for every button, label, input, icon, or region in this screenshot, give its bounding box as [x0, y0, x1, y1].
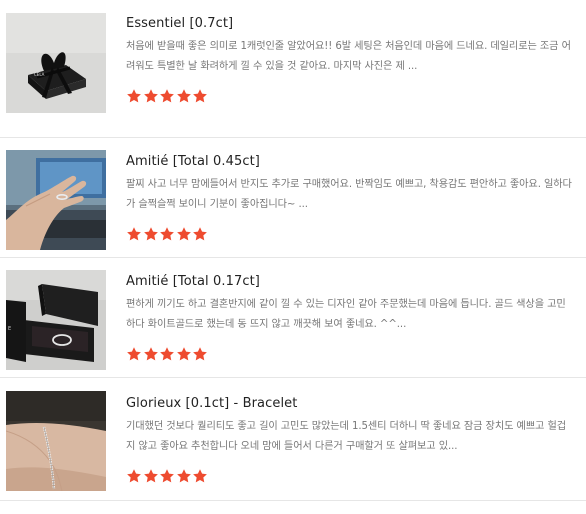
gift-box-with-ribbon-photo: CELA — [6, 13, 106, 113]
review-thumbnail[interactable] — [6, 150, 106, 250]
review-title[interactable]: Amitié [Total 0.17ct] — [126, 273, 574, 291]
ring-in-box-photo: E — [6, 270, 106, 370]
star-icon — [126, 88, 143, 104]
star-icon — [176, 346, 193, 362]
review-title[interactable]: Glorieux [0.1ct] - Bracelet — [126, 395, 574, 413]
star-icon — [143, 88, 160, 104]
review-title[interactable]: Amitié [Total 0.45ct] — [126, 153, 574, 171]
review-thumbnail[interactable] — [6, 391, 106, 491]
hand-wearing-ring-photo — [6, 150, 106, 250]
star-icon — [143, 468, 160, 484]
star-icon — [192, 226, 209, 242]
star-icon — [176, 88, 193, 104]
review-thumbnail[interactable]: E — [6, 270, 106, 370]
star-rating — [126, 346, 574, 362]
review-text: 편하게 끼기도 하고 결혼반지에 같이 낄 수 있는 디자인 같아 주문했는데 … — [126, 299, 566, 330]
star-icon — [192, 468, 209, 484]
star-icon — [176, 468, 193, 484]
star-rating — [126, 468, 574, 484]
star-icon — [143, 226, 160, 242]
star-icon — [192, 88, 209, 104]
review-item[interactable]: CELA Essentiel [0.7ct] 처음에 받을때 좋은 의미로 1캐… — [0, 0, 586, 138]
star-icon — [176, 226, 193, 242]
star-rating — [126, 226, 574, 242]
star-rating — [126, 88, 574, 104]
wrist-with-bracelet-photo — [6, 391, 106, 491]
review-thumbnail[interactable]: CELA — [6, 13, 106, 113]
star-icon — [159, 468, 176, 484]
svg-text:E: E — [8, 326, 11, 332]
review-item[interactable]: Amitié [Total 0.45ct] 팔찌 사고 너무 맘에들어서 반지도… — [0, 138, 586, 258]
star-icon — [126, 346, 143, 362]
svg-text:CELA: CELA — [34, 72, 45, 77]
review-item[interactable]: Glorieux [0.1ct] - Bracelet 기대했던 것보다 퀄리티… — [0, 378, 586, 501]
review-text: 기대했던 것보다 퀄리티도 좋고 길이 고민도 많았는데 1.5센티 더하니 딱… — [126, 421, 567, 452]
review-title[interactable]: Essentiel [0.7ct] — [126, 15, 574, 33]
review-text: 팔찌 사고 너무 맘에들어서 반지도 추가로 구매했어요. 반짝임도 예쁘고, … — [126, 179, 572, 210]
review-item[interactable]: E Amitié [Total 0.17ct] 편하게 끼기도 하고 결혼반지에… — [0, 258, 586, 378]
star-icon — [143, 346, 160, 362]
star-icon — [159, 346, 176, 362]
star-icon — [159, 88, 176, 104]
star-icon — [126, 468, 143, 484]
star-icon — [192, 346, 209, 362]
review-text: 처음에 받을때 좋은 의미로 1캐럿인줄 알았어요!! 6발 세팅은 처음인데 … — [126, 41, 571, 72]
star-icon — [126, 226, 143, 242]
star-icon — [159, 226, 176, 242]
